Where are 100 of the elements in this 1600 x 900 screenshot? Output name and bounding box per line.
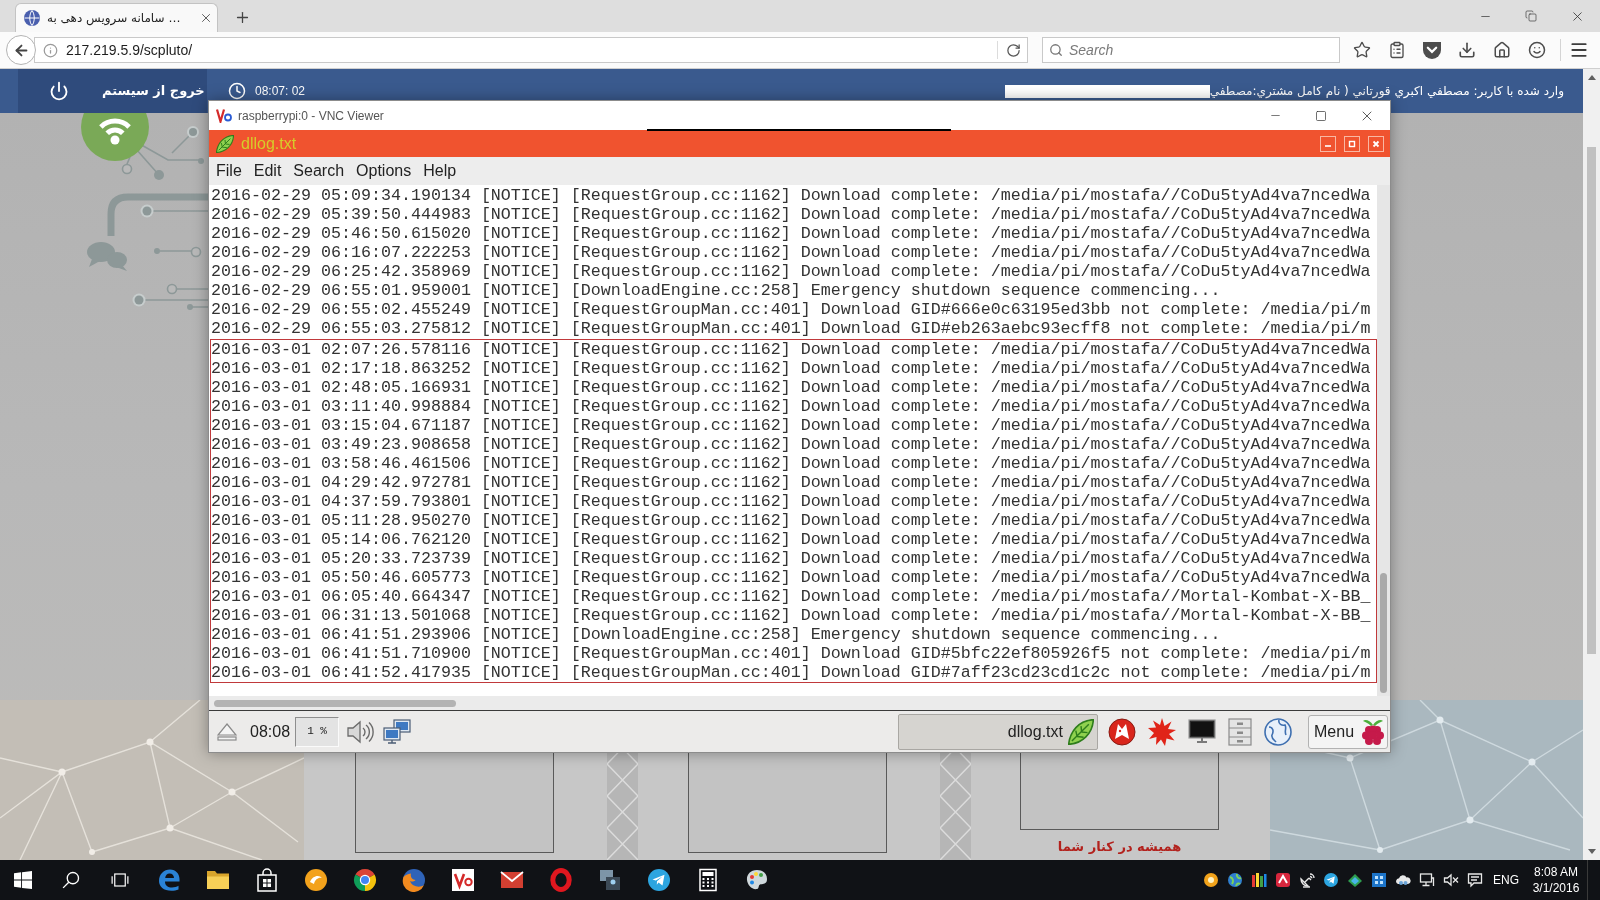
folder-icon[interactable] (205, 868, 230, 892)
search-field[interactable]: Search (1042, 37, 1340, 63)
log-line: 2016-02-29 05:39:50.444983 [NOTICE] [RequestGroup.cc:1162] Download complete: /media/pi/mostafa//CoDu5tyAd4va7ncedWa (211, 205, 1371, 224)
shopping-bag-icon[interactable] (254, 868, 279, 892)
globe-icon (24, 10, 40, 26)
search-icon[interactable] (61, 871, 80, 889)
log-line: 2016-02-29 06:25:42.358969 [NOTICE] [RequestGroup.cc:1162] Download complete: /media/pi/mostafa//CoDu5tyAd4va7ncedWa (211, 262, 1371, 281)
close-icon[interactable] (199, 11, 213, 25)
menu-item[interactable]: File (216, 163, 242, 179)
leaf-icon (1068, 718, 1094, 745)
page-scrollbar[interactable] (1583, 69, 1600, 860)
start-icon[interactable] (14, 871, 32, 889)
log-line: 2016-02-29 06:55:01.959001 [NOTICE] [DownloadEngine.cc:258] Emergency shutdown sequence commencing... (211, 281, 1221, 300)
scroll-up-icon[interactable] (1587, 75, 1596, 80)
log-line: 2016-03-01 06:41:51.710900 [NOTICE] [RequestGroupMan.cc:401] Download GID#5bfc22ef805926f5 not complete: /media/pi/m (211, 644, 1371, 663)
address-field[interactable]: 217.219.5.9/scpluto/ (34, 37, 1028, 63)
eject-icon[interactable] (217, 722, 237, 741)
task-view-icon[interactable] (110, 871, 129, 889)
log-line: 2016-03-01 05:50:46.605773 [NOTICE] [RequestGroup.cc:1162] Download complete: /media/pi/mostafa//CoDu5tyAd4va7ncedWa (211, 568, 1371, 587)
browser-tab[interactable]: سامانه سرویس دهی به … (15, 3, 218, 32)
pocket-icon[interactable] (1422, 41, 1441, 59)
menu-icon[interactable] (1569, 40, 1589, 60)
satellite-dish-icon[interactable] (1299, 872, 1315, 888)
menu-item[interactable]: Help (423, 163, 457, 179)
file-cabinet-icon[interactable] (1228, 717, 1252, 746)
paper-plane-icon[interactable] (1323, 872, 1339, 888)
log-line: 2016-03-01 04:29:42.972781 [NOTICE] [RequestGroup.cc:1162] Download complete: /media/pi/mostafa//CoDu5tyAd4va7ncedWa (211, 473, 1371, 492)
app-logo-icon[interactable] (303, 868, 328, 892)
raspberry-icon (1360, 717, 1387, 746)
close-icon[interactable] (1368, 135, 1384, 152)
speaker-icon[interactable] (346, 719, 375, 744)
language-indicator[interactable]: ENG (1493, 871, 1519, 889)
app-logo-icon[interactable] (1347, 872, 1363, 888)
browser-logo-icon[interactable] (352, 868, 377, 892)
notification-icon[interactable] (1467, 872, 1483, 888)
log-line: 2016-03-01 03:11:40.998884 [NOTICE] [RequestGroup.cc:1162] Download complete: /media/pi/mostafa//CoDu5tyAd4va7ncedWa (211, 397, 1371, 416)
taskbar-clock[interactable]: 8:08 AM 3/1/2016 (1525, 860, 1587, 900)
restore-icon[interactable] (1525, 10, 1537, 22)
scrollbar-thumb[interactable] (1587, 147, 1596, 654)
app-logo-icon[interactable] (1371, 872, 1387, 888)
log-line: 2016-03-01 02:48:05.166931 [NOTICE] [RequestGroup.cc:1162] Download complete: /media/pi/mostafa//CoDu5tyAd4va7ncedWa (211, 378, 1371, 397)
log-line: 2016-03-01 05:11:28.950270 [NOTICE] [RequestGroup.cc:1162] Download complete: /media/pi/mostafa//CoDu5tyAd4va7ncedWa (211, 511, 1371, 530)
browser-logo-icon[interactable] (401, 868, 426, 892)
maximize-icon[interactable] (1315, 109, 1327, 122)
minimize-icon[interactable] (1320, 135, 1336, 152)
app-logo-icon[interactable] (1275, 872, 1291, 888)
log-line: 2016-03-01 05:14:06.762120 [NOTICE] [RequestGroup.cc:1162] Download complete: /media/pi/mostafa//CoDu5tyAd4va7ncedWa (211, 530, 1371, 549)
log-line: 2016-02-29 06:55:02.455249 [NOTICE] [RequestGroupMan.cc:401] Download GID#666e0c63195ed3bb not complete: /media/pi/m (211, 300, 1371, 319)
globe-icon[interactable] (1227, 872, 1243, 888)
vertical-scrollbar[interactable] (1377, 185, 1390, 696)
log-line: 2016-03-01 03:49:23.908658 [NOTICE] [RequestGroup.cc:1162] Download complete: /media/pi/mostafa//CoDu5tyAd4va7ncedWa (211, 435, 1371, 454)
smiley-icon[interactable] (1527, 41, 1546, 59)
app-logo-icon[interactable] (597, 868, 622, 892)
network-icon[interactable] (1419, 872, 1435, 888)
user-info: وارد شده با کاربر: مصطفي اكبري قورتاني ( نام كامل مشتري:مصطفي (1209, 83, 1564, 100)
taskbar-window-button[interactable]: dllog.txt (898, 713, 1098, 750)
menu-item[interactable]: Search (293, 163, 345, 179)
horizontal-scrollbar[interactable] (209, 696, 1390, 710)
ring-logo-icon[interactable] (548, 868, 573, 892)
leaf-icon (216, 134, 234, 153)
starburst-icon[interactable] (1148, 717, 1176, 746)
bars-icon[interactable] (1251, 872, 1267, 888)
log-line: 2016-02-29 05:09:34.190134 [NOTICE] [RequestGroup.cc:1162] Download complete: /media/pi/mostafa//CoDu5tyAd4va7ncedWa (211, 186, 1371, 205)
log-line: 2016-03-01 03:15:04.671187 [NOTICE] [RequestGroup.cc:1162] Download complete: /media/pi/mostafa//CoDu5tyAd4va7ncedWa (211, 416, 1371, 435)
cloud-icon[interactable] (1395, 872, 1411, 888)
search-icon (1049, 43, 1063, 57)
app-logo-icon[interactable] (1203, 872, 1219, 888)
star-icon[interactable] (1352, 41, 1371, 59)
menu-button[interactable]: Menu (1308, 714, 1388, 749)
logout-button[interactable]: خروج از سیستم (18, 69, 207, 113)
log-line: 2016-02-29 05:46:50.615020 [NOTICE] [RequestGroup.cc:1162] Download complete: /media/pi/mostafa//CoDu5tyAd4va7ncedWa (211, 224, 1371, 243)
app-logo-icon (216, 108, 232, 123)
back-button[interactable] (6, 35, 36, 65)
log-line: 2016-03-01 06:41:51.293906 [NOTICE] [DownloadEngine.cc:258] Emergency shutdown sequence commencing... (211, 625, 1221, 644)
log-line: 2016-02-29 06:16:07.222253 [NOTICE] [RequestGroup.cc:1162] Download complete: /media/pi/mostafa//CoDu5tyAd4va7ncedWa (211, 243, 1371, 262)
menu-item[interactable]: Edit (253, 163, 282, 179)
scrollbar-thumb[interactable] (1380, 573, 1387, 693)
info-icon[interactable] (43, 42, 58, 58)
app-logo-icon[interactable] (450, 868, 475, 892)
slogan: هميشه در كنار شما (1057, 838, 1182, 856)
scroll-down-icon[interactable] (1587, 849, 1596, 854)
scrollbar-thumb[interactable] (214, 699, 456, 707)
cpu-monitor: 1 % (295, 716, 340, 747)
menu-item[interactable]: Options (356, 163, 412, 179)
log-line: 2016-03-01 06:41:52.417935 [NOTICE] [RequestGroupMan.cc:401] Download GID#7aff23cd23cd1c2c not complete: /media/pi/m (211, 663, 1371, 682)
log-line: 2016-02-29 06:55:03.275812 [NOTICE] [RequestGroupMan.cc:401] Download GID#eb263aebc93ecff8 not complete: /media/pi/m (211, 319, 1371, 338)
panel-clock[interactable]: 08:08 (250, 719, 291, 744)
globe-icon[interactable] (1264, 717, 1292, 746)
app-logo-icon[interactable] (1108, 717, 1136, 746)
download-icon[interactable] (1457, 41, 1476, 59)
log-line: 2016-03-01 04:37:59.793801 [NOTICE] [RequestGroup.cc:1162] Download complete: /media/pi/mostafa//CoDu5tyAd4va7ncedWa (211, 492, 1371, 511)
paper-plane-icon[interactable] (646, 868, 671, 892)
clipboard-icon[interactable] (1387, 41, 1406, 59)
e-logo-icon[interactable] (156, 868, 181, 892)
reload-icon[interactable] (1006, 42, 1021, 58)
home-icon[interactable] (1492, 41, 1511, 59)
monitor-icon[interactable] (1188, 718, 1216, 745)
text-area[interactable] (209, 185, 1377, 696)
speaker-muted-icon[interactable] (1443, 872, 1459, 888)
palette-icon[interactable] (744, 868, 769, 892)
